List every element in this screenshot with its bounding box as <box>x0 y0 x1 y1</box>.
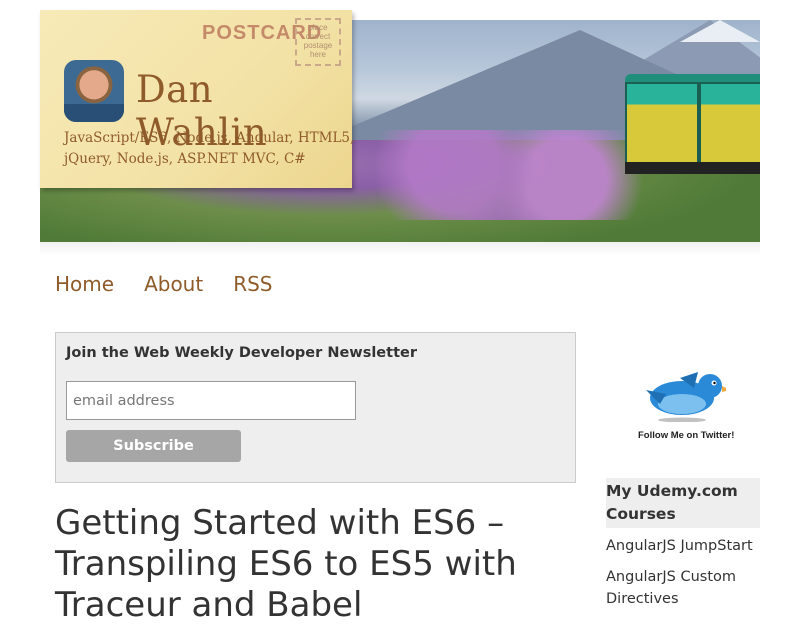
udemy-link-angularjs-custom-directives[interactable]: AngularJS Custom Directives <box>606 566 760 610</box>
site-tagline: JavaScript/ES6, Node.js, Angular, HTML5,… <box>64 130 355 167</box>
post-title[interactable]: Getting Started with ES6 – Transpiling E… <box>55 503 575 626</box>
banner-snowcap <box>680 20 760 42</box>
banner-torn-edge <box>40 242 760 256</box>
nav-rss[interactable]: RSS <box>233 272 272 296</box>
twitter-follow[interactable]: Follow Me on Twitter! <box>630 362 740 452</box>
twitter-bird-icon <box>646 372 726 422</box>
udemy-link-angularjs-jumpstart[interactable]: AngularJS JumpStart <box>606 535 760 557</box>
banner-train <box>625 68 760 178</box>
main-nav: Home About RSS <box>55 272 273 296</box>
stamp-box: place correct postage here <box>295 18 341 66</box>
nav-home[interactable]: Home <box>55 272 114 296</box>
newsletter-box: Join the Web Weekly Developer Newsletter… <box>55 332 576 483</box>
subscribe-button[interactable]: Subscribe <box>66 430 241 462</box>
email-field[interactable] <box>66 381 356 420</box>
udemy-courses-heading: My Udemy.com Courses <box>606 478 760 528</box>
twitter-caption: Follow Me on Twitter! <box>638 430 735 441</box>
postcard-logo[interactable]: POSTCARD place correct postage here Dan … <box>40 10 354 188</box>
banner-flowers <box>370 130 650 220</box>
nav-about[interactable]: About <box>144 272 203 296</box>
author-avatar <box>64 60 124 122</box>
newsletter-title: Join the Web Weekly Developer Newsletter <box>66 345 417 361</box>
